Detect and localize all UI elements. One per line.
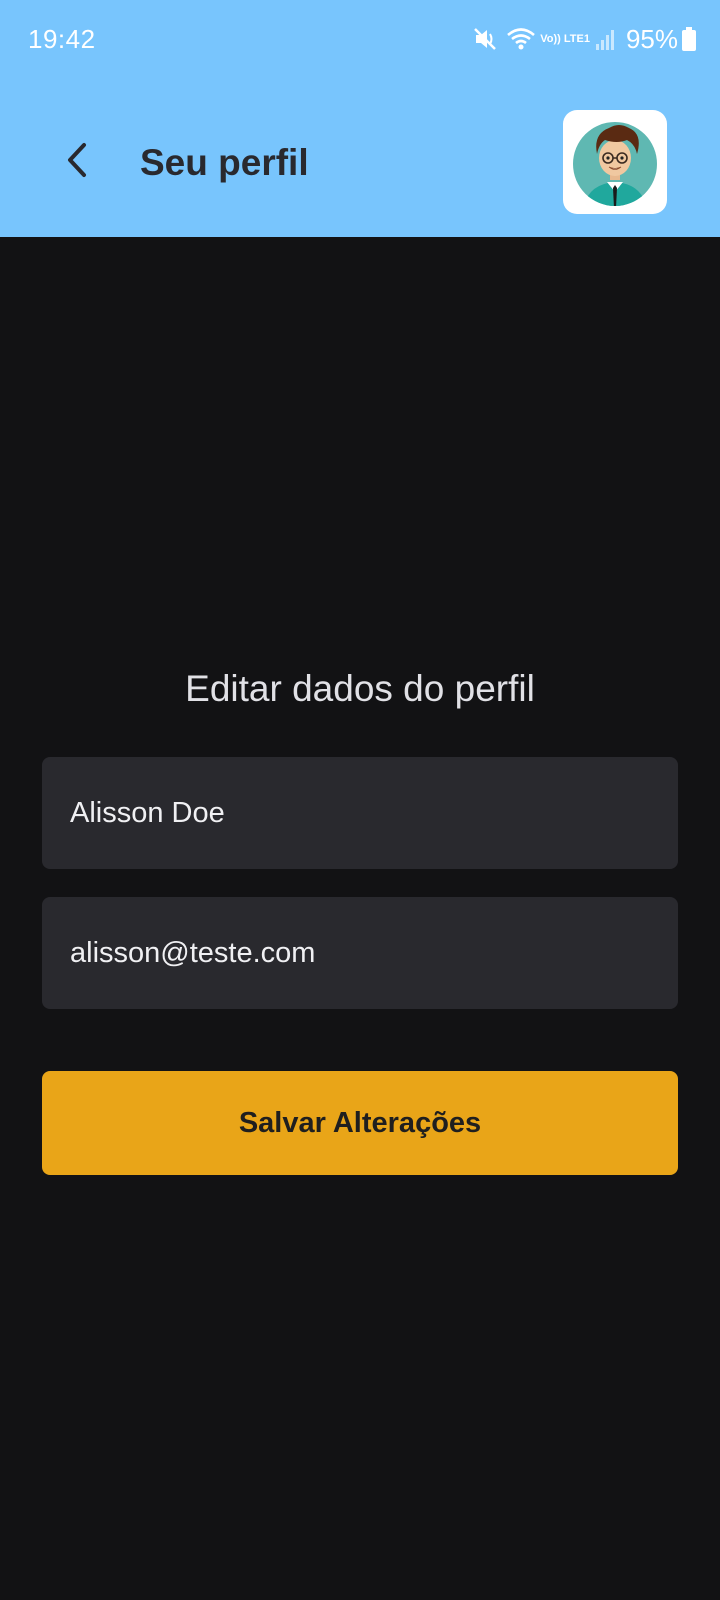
page-title: Seu perfil (140, 142, 309, 183)
mute-icon (472, 26, 498, 52)
wifi-icon (506, 26, 536, 52)
name-field[interactable] (42, 757, 678, 869)
avatar[interactable] (563, 110, 667, 214)
status-icons: Vo)) LTE1 95% (472, 22, 696, 56)
battery-percent: 95% (625, 23, 678, 54)
network-type-label: Vo)) LTE1 (540, 32, 590, 45)
signal-icon (595, 28, 616, 50)
email-input[interactable] (70, 936, 678, 970)
network-type-icon: Vo)) LTE1 (540, 32, 590, 45)
email-field[interactable] (42, 897, 678, 1009)
form-title: Editar dados do perfil (185, 668, 535, 709)
back-button[interactable] (52, 136, 104, 188)
chevron-left-icon (65, 142, 91, 183)
battery-icon (682, 27, 696, 51)
status-time: 19:42 (28, 24, 96, 54)
save-button[interactable]: Salvar Alterações (42, 1071, 678, 1175)
user-avatar-icon (569, 114, 661, 211)
name-input[interactable] (70, 796, 678, 830)
app-header: 19:42 Vo)) LTE1 95% Seu perfil (0, 0, 720, 237)
status-bar: 19:42 Vo)) LTE1 95% (0, 0, 720, 80)
